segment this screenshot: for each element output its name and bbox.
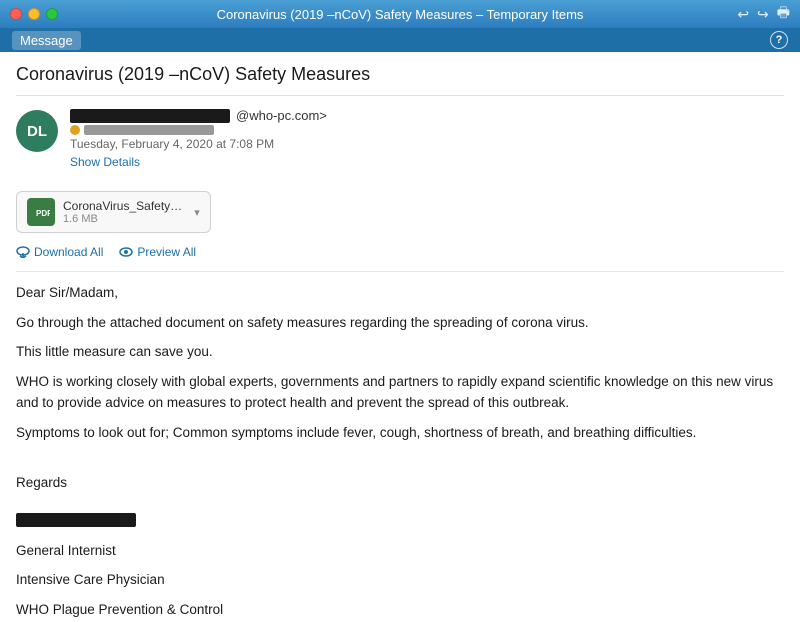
sig-name-redacted [16,513,136,527]
cloud-download-icon [16,246,30,258]
attachment-info: CoronaVirus_Safety… 1.6 MB [63,199,182,225]
email-date: Tuesday, February 4, 2020 at 7:08 PM [70,137,784,151]
attachment-actions: Download All Preview All [16,245,784,259]
chevron-down-icon: ▾ [194,206,200,219]
minimize-button[interactable] [28,8,40,20]
sender-info: @who-pc.com> Tuesday, February 4, 2020 a… [70,108,784,171]
sender-name-redacted [70,109,230,123]
email-subject: Coronavirus (2019 –nCoV) Safety Measures [16,64,784,96]
back-icon[interactable]: ↩ [737,6,749,23]
sender-row: @who-pc.com> [70,108,784,123]
sender-sub-redacted [84,125,214,135]
attachment-file-icon: PDF [27,198,55,226]
close-button[interactable] [10,8,22,20]
menu-item-message[interactable]: Message [12,31,81,50]
body-line3: WHO is working closely with global exper… [16,371,784,414]
attachment-item[interactable]: PDF CoronaVirus_Safety… 1.6 MB ▾ [16,191,211,233]
body-line4: Symptoms to look out for; Common symptom… [16,422,784,444]
sig-title2: Intensive Care Physician [16,569,784,591]
print-icon[interactable]: 🖶 [777,2,790,26]
attachment-wrapper: PDF CoronaVirus_Safety… 1.6 MB ▾ Downloa… [16,181,784,259]
signature-block: Regards General Internist Intensive Care… [16,472,784,622]
attachment-size: 1.6 MB [63,213,182,225]
traffic-lights [10,8,58,20]
menu-bar: Message ? [0,28,800,52]
warning-icon [70,125,80,135]
menu-bar-right: ? [770,31,788,49]
email-header: DL @who-pc.com> Tuesday, February 4, 202… [16,108,784,171]
email-body: Dear Sir/Madam, Go through the attached … [16,271,784,622]
body-greeting: Dear Sir/Madam, [16,282,784,304]
window-title: Coronavirus (2019 –nCoV) Safety Measures… [217,7,584,22]
body-line2: This little measure can save you. [16,341,784,363]
toolbar-controls: ↩ ↪ 🖶 [737,2,790,26]
sig-title1: General Internist [16,540,784,562]
eye-icon [119,246,133,258]
body-line1: Go through the attached document on safe… [16,312,784,334]
avatar: DL [16,110,58,152]
download-all-link[interactable]: Download All [16,245,103,259]
sig-title3: WHO Plague Prevention & Control [16,599,784,621]
maximize-button[interactable] [46,8,58,20]
attachment-name: CoronaVirus_Safety… [63,199,182,213]
sig-regards: Regards [16,472,784,494]
email-container: Coronavirus (2019 –nCoV) Safety Measures… [0,52,800,622]
title-bar: ↩ ↪ 🖶 Coronavirus (2019 –nCoV) Safety Me… [0,0,800,28]
show-details-link[interactable]: Show Details [70,155,140,169]
help-button[interactable]: ? [770,31,788,49]
forward-icon[interactable]: ↪ [757,6,769,23]
preview-all-link[interactable]: Preview All [119,245,196,259]
sender-subtitle [70,125,784,135]
svg-text:PDF: PDF [36,209,50,218]
sender-email: @who-pc.com> [236,108,327,123]
